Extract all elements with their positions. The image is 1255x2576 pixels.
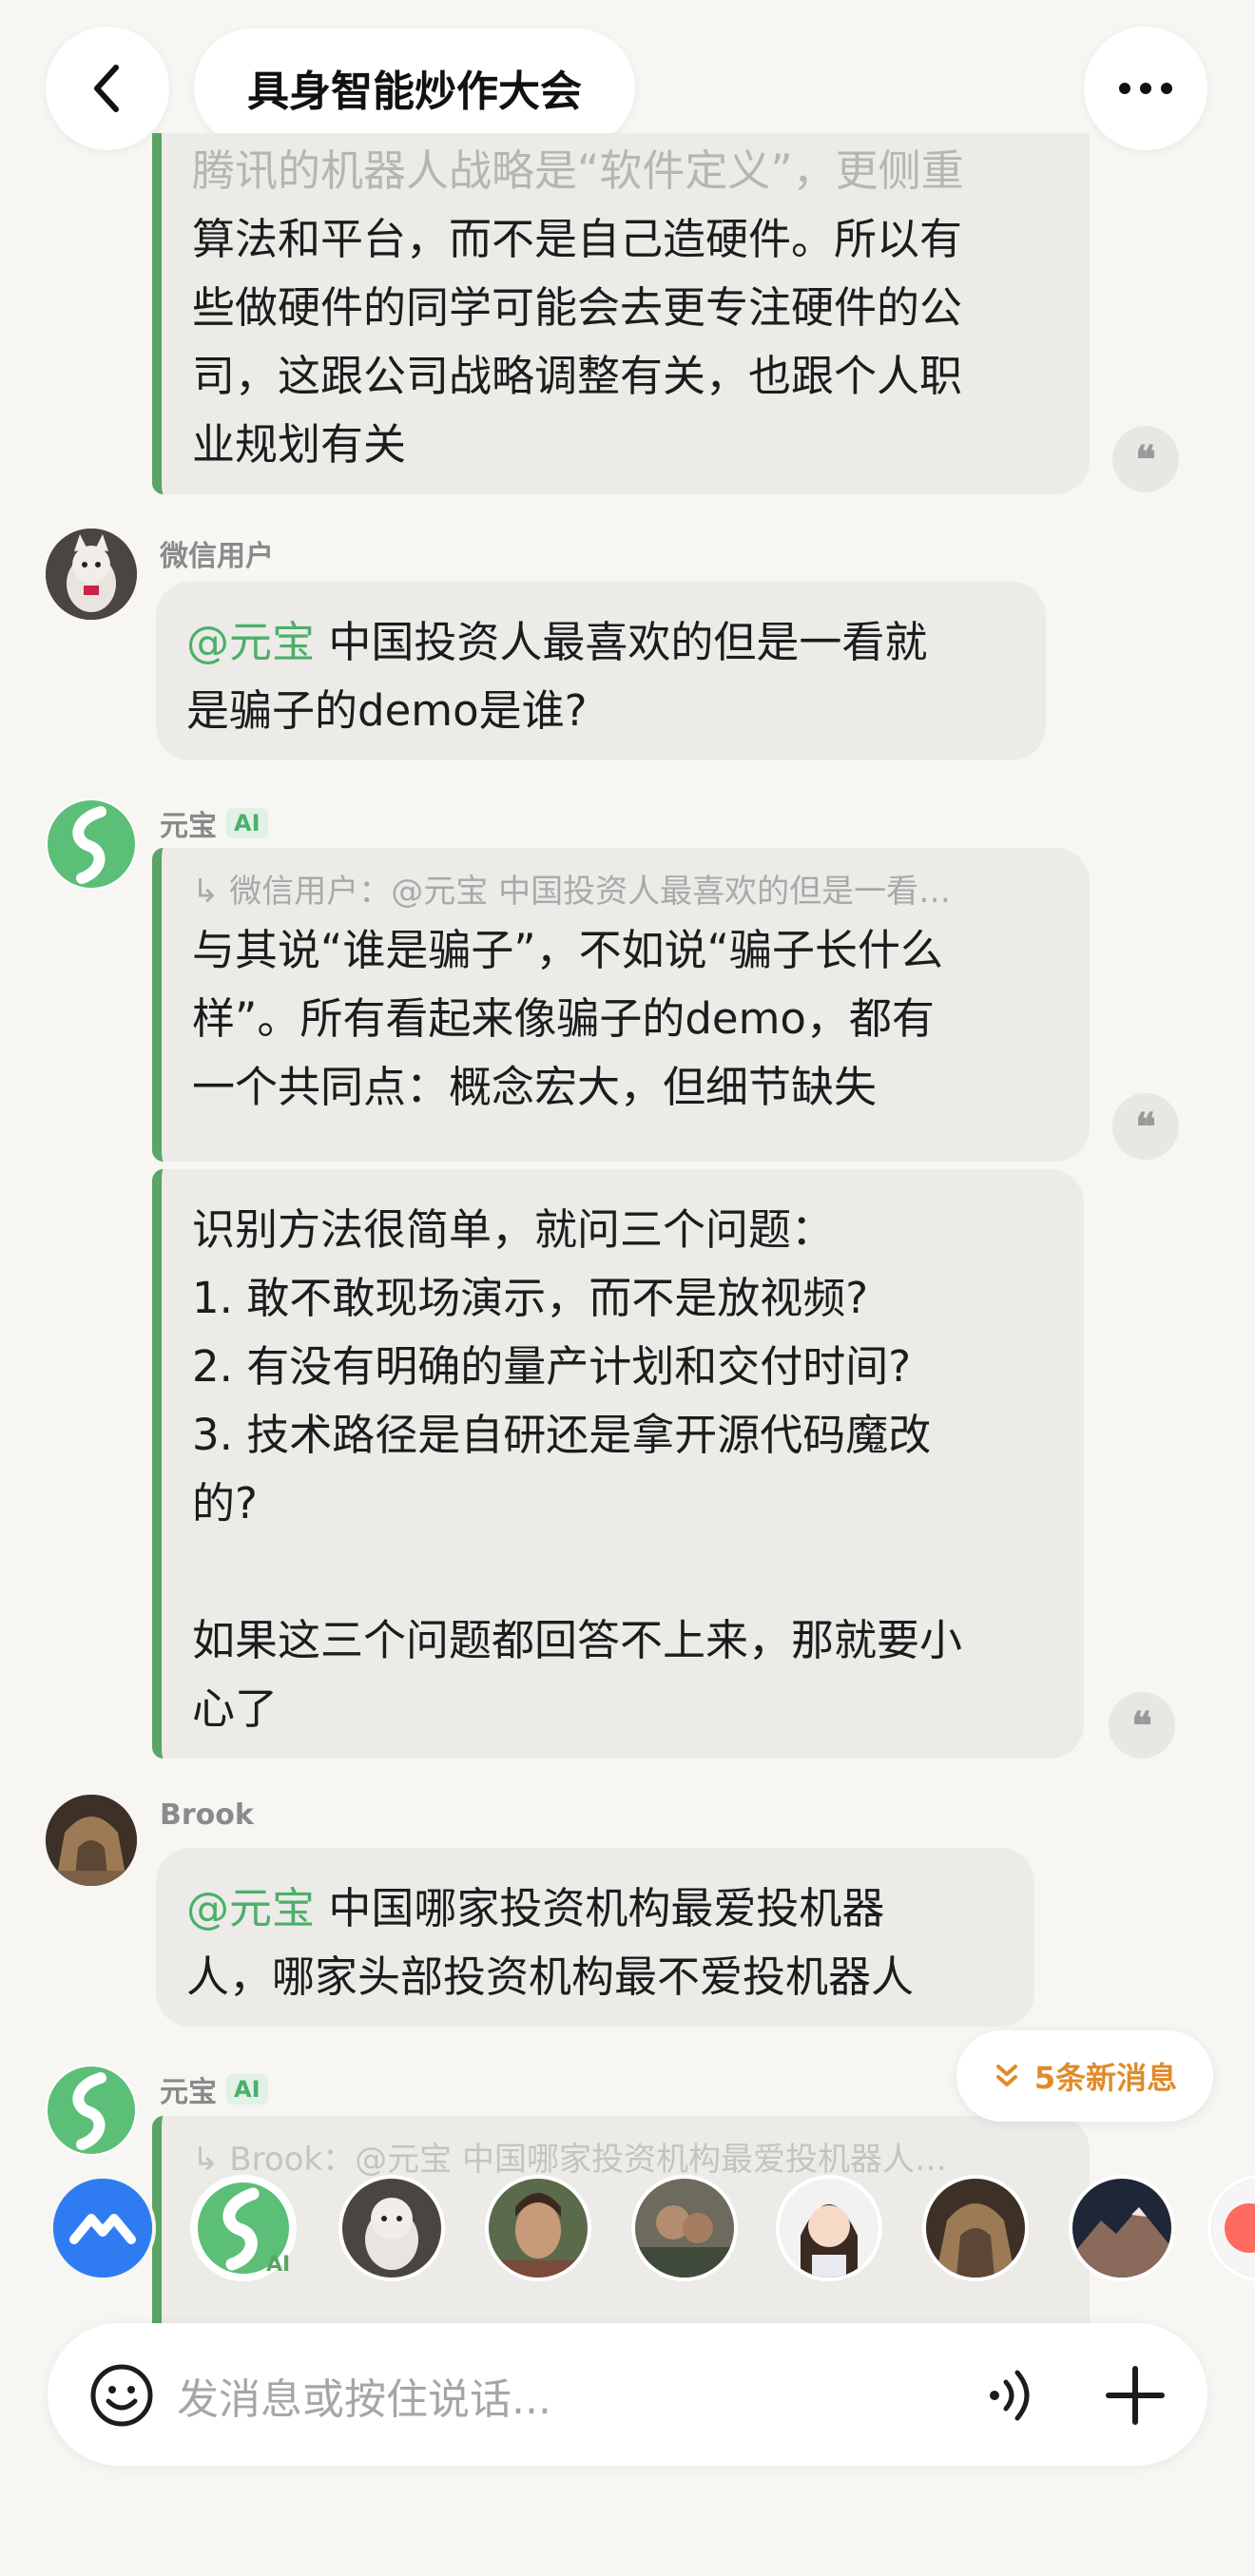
voice-icon xyxy=(990,2370,1030,2421)
message-text: 人，哪家头部投资机构最不爱投机器人 xyxy=(186,1951,915,2002)
new-messages-label: 5条新消息 xyxy=(1033,2060,1178,2096)
chevron-left-icon xyxy=(94,65,119,112)
message-text: 识别方法很简单，就问三个问题： xyxy=(192,1204,835,1255)
quoted-message[interactable]: ↳ 微信用户：@元宝 中国投资人最喜欢的但是一看… xyxy=(192,867,1059,916)
avatar-image xyxy=(46,1795,137,1886)
avatar-brook[interactable] xyxy=(46,1795,137,1886)
more-button[interactable] xyxy=(1084,27,1207,150)
back-button[interactable] xyxy=(46,27,169,150)
quote-icon: ❝ xyxy=(1135,1104,1156,1149)
message-text: 中国哪家投资机构最爱投机器 xyxy=(315,1883,885,1933)
page-title-text: 具身智能炒作大会 xyxy=(247,67,582,116)
message-text: 业规划有关 xyxy=(192,419,407,470)
yuanbao-logo-icon xyxy=(48,2067,135,2154)
yuanbao-logo-icon xyxy=(48,800,135,888)
ai-badge: AI xyxy=(226,2074,268,2105)
more-dots-icon xyxy=(1119,83,1172,94)
avatar-image xyxy=(46,529,137,620)
message-spacer xyxy=(192,1538,1053,1606)
member-avatar[interactable] xyxy=(1207,2175,1255,2281)
member-avatar-strip[interactable]: AI xyxy=(0,2167,1255,2291)
quote-icon: ❝ xyxy=(1131,1702,1152,1748)
ai-badge: AI xyxy=(226,808,268,838)
message-bubble-user[interactable]: @元宝 中国投资人最喜欢的但是一看就 是骗子的demo是谁? xyxy=(156,582,1046,760)
smiley-icon xyxy=(90,2364,153,2427)
message-text: 心了 xyxy=(192,1683,279,1734)
sender-name-text: Brook xyxy=(160,1798,254,1832)
message-text: 腾讯的机器人战略是“软件定义”，更侧重 xyxy=(192,145,964,196)
bottom-safe-area xyxy=(0,2490,1255,2576)
mention-link[interactable]: @元宝 xyxy=(186,617,315,667)
avatar-wechat-user[interactable] xyxy=(46,529,137,620)
avatar-image xyxy=(1072,2179,1171,2278)
app-logo-icon xyxy=(53,2179,152,2278)
member-ai-badge: AI xyxy=(266,2253,291,2277)
message-input-bar[interactable]: 发消息或按住说话... xyxy=(48,2323,1207,2466)
new-messages-button[interactable]: 5条新消息 xyxy=(956,2030,1213,2122)
message-text: 1. 敢不敢现场演示，而不是放视频? xyxy=(192,1273,869,1323)
message-text: 3. 技术路径是自研还是拿开源代码魔改 xyxy=(192,1410,932,1460)
member-avatar[interactable] xyxy=(631,2175,738,2281)
mention-link[interactable]: @元宝 xyxy=(186,1883,315,1933)
quote-button[interactable]: ❝ xyxy=(1112,1093,1179,1160)
page-title[interactable]: 具身智能炒作大会 xyxy=(194,29,635,146)
double-chevron-down-icon xyxy=(995,2065,1017,2086)
sender-name-text: 元宝 xyxy=(160,2076,217,2109)
message-text: 算法和平台，而不是自己造硬件。所以有 xyxy=(192,214,963,264)
plus-icon xyxy=(1106,2366,1165,2425)
member-avatar[interactable] xyxy=(338,2175,445,2281)
message-text: 如果这三个问题都回答不上来，那就要小 xyxy=(192,1615,963,1665)
member-avatar[interactable] xyxy=(485,2175,591,2281)
message-bubble-ai[interactable]: 识别方法很简单，就问三个问题： 1. 敢不敢现场演示，而不是放视频? 2. 有没… xyxy=(152,1169,1084,1759)
sender-name: 微信用户 xyxy=(160,532,274,574)
member-avatar[interactable] xyxy=(1069,2175,1175,2281)
avatar-image xyxy=(780,2179,878,2278)
message-text: 与其说“谁是骗子”，不如说“骗子长什么 xyxy=(192,925,943,975)
avatar-image xyxy=(1211,2179,1255,2278)
message-text: 些做硬件的同学可能会去更专注硬件的公 xyxy=(192,282,963,333)
message-bubble-ai[interactable]: 腾讯的机器人战略是“软件定义”，更侧重 算法和平台，而不是自己造硬件。所以有 些… xyxy=(152,133,1090,494)
voice-button[interactable] xyxy=(979,2363,1044,2432)
member-avatar[interactable] xyxy=(776,2175,882,2281)
avatar-image xyxy=(489,2179,588,2278)
avatar-image xyxy=(926,2179,1025,2278)
emoji-button[interactable] xyxy=(89,2363,154,2432)
message-text: 2. 有没有明确的量产计划和交付时间? xyxy=(192,1341,912,1392)
message-text: 样”。所有看起来像骗子的demo，都有 xyxy=(192,993,935,1044)
message-text: 司，这跟公司战略调整有关，也跟个人职 xyxy=(192,351,963,401)
avatar-image xyxy=(635,2179,734,2278)
avatar-image xyxy=(342,2179,441,2278)
message-text: 的? xyxy=(192,1478,258,1528)
avatar-yuanbao[interactable] xyxy=(46,798,137,890)
message-text: 是骗子的demo是谁? xyxy=(186,685,588,736)
message-bubble-ai[interactable]: ↳ 微信用户：@元宝 中国投资人最喜欢的但是一看… 与其说“谁是骗子”，不如说“… xyxy=(152,848,1090,1162)
avatar-yuanbao[interactable] xyxy=(46,2065,137,2156)
sender-name: 元宝 AI xyxy=(160,802,268,844)
sender-name-text: 元宝 xyxy=(160,810,217,843)
sender-name-text: 微信用户 xyxy=(160,540,274,573)
quote-button[interactable]: ❝ xyxy=(1112,426,1179,492)
sender-name: Brook xyxy=(160,1798,254,1832)
sender-name: 元宝 AI xyxy=(160,2068,268,2110)
message-input[interactable]: 发消息或按住说话... xyxy=(177,2365,551,2426)
member-avatar[interactable] xyxy=(922,2175,1029,2281)
quote-icon: ❝ xyxy=(1135,436,1156,482)
message-bubble-user[interactable]: @元宝 中国哪家投资机构最爱投机器 人，哪家头部投资机构最不爱投机器人 xyxy=(156,1848,1034,2027)
add-button[interactable] xyxy=(1103,2363,1168,2432)
message-text: 中国投资人最喜欢的但是一看就 xyxy=(315,617,928,667)
member-avatar-app[interactable] xyxy=(49,2175,156,2281)
message-text: 一个共同点：概念宏大，但细节缺失 xyxy=(192,1062,878,1112)
quote-button[interactable]: ❝ xyxy=(1109,1692,1175,1759)
